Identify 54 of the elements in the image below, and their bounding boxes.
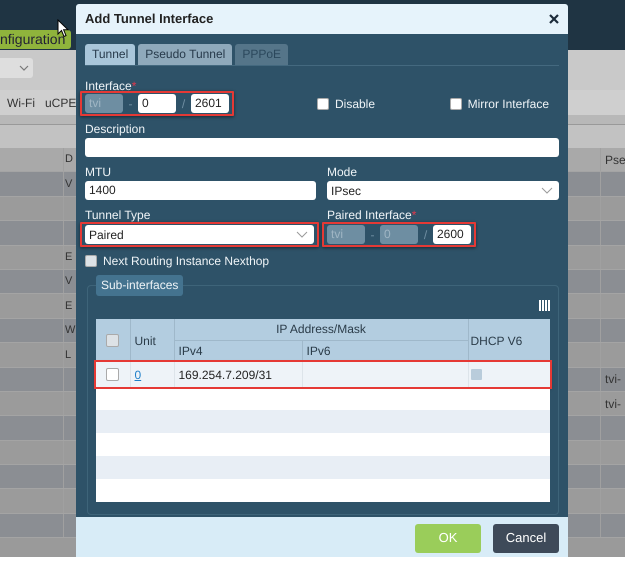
chevron-down-icon [541, 187, 553, 194]
table-cell-text: E [65, 298, 72, 314]
checkbox-label: Disable [335, 96, 376, 112]
checkbox[interactable] [106, 368, 120, 381]
column-header: Pse [605, 152, 625, 169]
input-field[interactable]: 1400 [85, 181, 316, 200]
dialog-title: Add Tunnel Interface [85, 10, 214, 28]
table-cell-text: V [65, 274, 72, 290]
field-label: Paired Interface [327, 208, 412, 222]
field-label: MTU [85, 165, 112, 179]
field-label: Description [85, 122, 146, 136]
table-cell: 169.254.7.209/31 [174, 362, 302, 387]
field-label: Tunnel Type [85, 208, 152, 222]
nav-tab[interactable]: Wi-Fi [7, 94, 35, 112]
chevron-down-icon [19, 65, 29, 71]
tab[interactable]: Pseudo Tunnel [138, 44, 232, 65]
table-cell-text: W [65, 323, 76, 338]
checkbox-label: Next Routing Instance Nexthop [103, 253, 270, 270]
required-mark: * [412, 208, 416, 222]
input-field[interactable]: 2601 [191, 94, 229, 113]
separator: - [128, 96, 134, 112]
chevron-down-icon [296, 231, 308, 238]
checkbox[interactable] [106, 334, 120, 347]
separator: - [370, 226, 376, 244]
input-field[interactable]: 2600 [433, 225, 471, 244]
required-mark: * [132, 79, 136, 93]
table-cell-text: tvi- [605, 396, 621, 413]
section-tab[interactable]: Sub-interfaces [96, 275, 184, 296]
table-cell-text: V [65, 176, 72, 192]
column-header: D [65, 152, 73, 168]
nav-tab[interactable]: uCPE [44, 94, 76, 112]
column-header: IP Address/Mask [174, 319, 468, 340]
field-label: Interface [85, 79, 132, 93]
input-field[interactable] [85, 138, 559, 157]
checkbox[interactable] [450, 98, 462, 110]
tab[interactable]: Tunnel [85, 44, 136, 65]
separator: / [422, 226, 428, 244]
checkbox[interactable] [317, 98, 329, 110]
table-cell-text: E [65, 250, 72, 265]
field-label: Mode [327, 165, 358, 179]
table-cell-text: tvi- [605, 371, 621, 388]
dropdown[interactable]: Paired [85, 225, 314, 244]
checkbox-label: Mirror Interface [468, 96, 549, 112]
menu-button[interactable]: nfiguration [0, 30, 72, 49]
separator: / [180, 96, 186, 112]
cancel-button[interactable]: Cancel [493, 524, 559, 552]
dropdown[interactable]: IPsec [327, 181, 559, 200]
input-field[interactable]: 0 [138, 94, 176, 113]
unit-link[interactable]: 0 [134, 368, 142, 382]
checkbox[interactable] [85, 255, 97, 267]
close-icon[interactable] [549, 14, 559, 24]
columns-icon[interactable] [539, 300, 550, 311]
column-header: DHCP V6 [468, 319, 550, 362]
table-cell-text: L [65, 348, 72, 363]
